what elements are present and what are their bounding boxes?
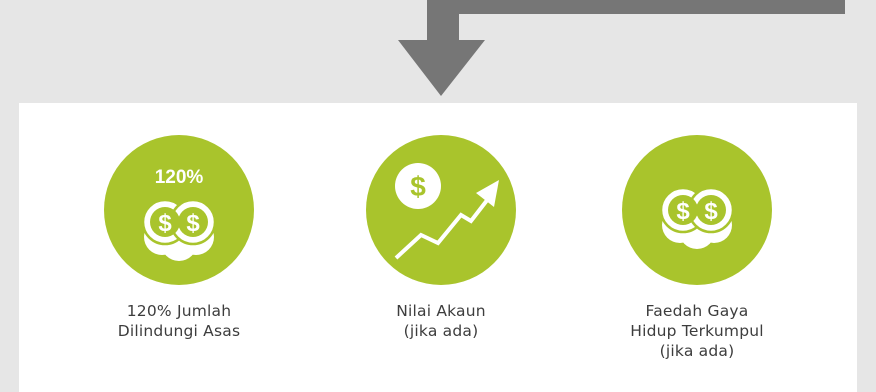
- dollar-growth-icon: $: [366, 135, 516, 285]
- arrow-down-icon: [398, 0, 845, 96]
- svg-text:$: $: [410, 171, 426, 202]
- caption-line: (jika ada): [403, 322, 479, 340]
- benefit-sum-assured: 120% $ $ 120% Jumlah Dilindungi Asas: [69, 135, 289, 341]
- caption-line: Hidup Terkumpul: [630, 322, 764, 340]
- svg-text:$: $: [186, 210, 200, 237]
- percent-badge: 120%: [155, 167, 204, 188]
- svg-text:$: $: [704, 198, 718, 225]
- caption-line: 120% Jumlah: [126, 302, 232, 320]
- caption-line: Dilindungi Asas: [117, 322, 241, 340]
- benefit-caption: Faedah Gaya Hidup Terkumpul (jika ada): [630, 301, 764, 361]
- benefit-lifestyle: $ $ Faedah Gaya Hidup Terkumpul (jika ad…: [587, 135, 807, 361]
- benefit-caption: Nilai Akaun (jika ada): [396, 301, 486, 341]
- caption-line: Nilai Akaun: [396, 302, 486, 320]
- coins-icon: $ $: [622, 135, 772, 285]
- flow-arrow: [398, 0, 845, 96]
- coin-stack: $ $: [141, 198, 217, 261]
- svg-text:$: $: [158, 210, 172, 237]
- caption-line: (jika ada): [659, 342, 735, 360]
- coin-stack: $ $: [659, 186, 735, 249]
- benefits-panel: 120% $ $ 120% Jumlah Dilindungi Asas $ N…: [19, 103, 857, 392]
- svg-text:$: $: [676, 198, 690, 225]
- caption-line: Faedah Gaya: [645, 302, 749, 320]
- coins-percent-icon: 120% $ $: [104, 135, 254, 285]
- benefit-caption: 120% Jumlah Dilindungi Asas: [118, 301, 241, 341]
- benefit-account-value: $ Nilai Akaun (jika ada): [331, 135, 551, 341]
